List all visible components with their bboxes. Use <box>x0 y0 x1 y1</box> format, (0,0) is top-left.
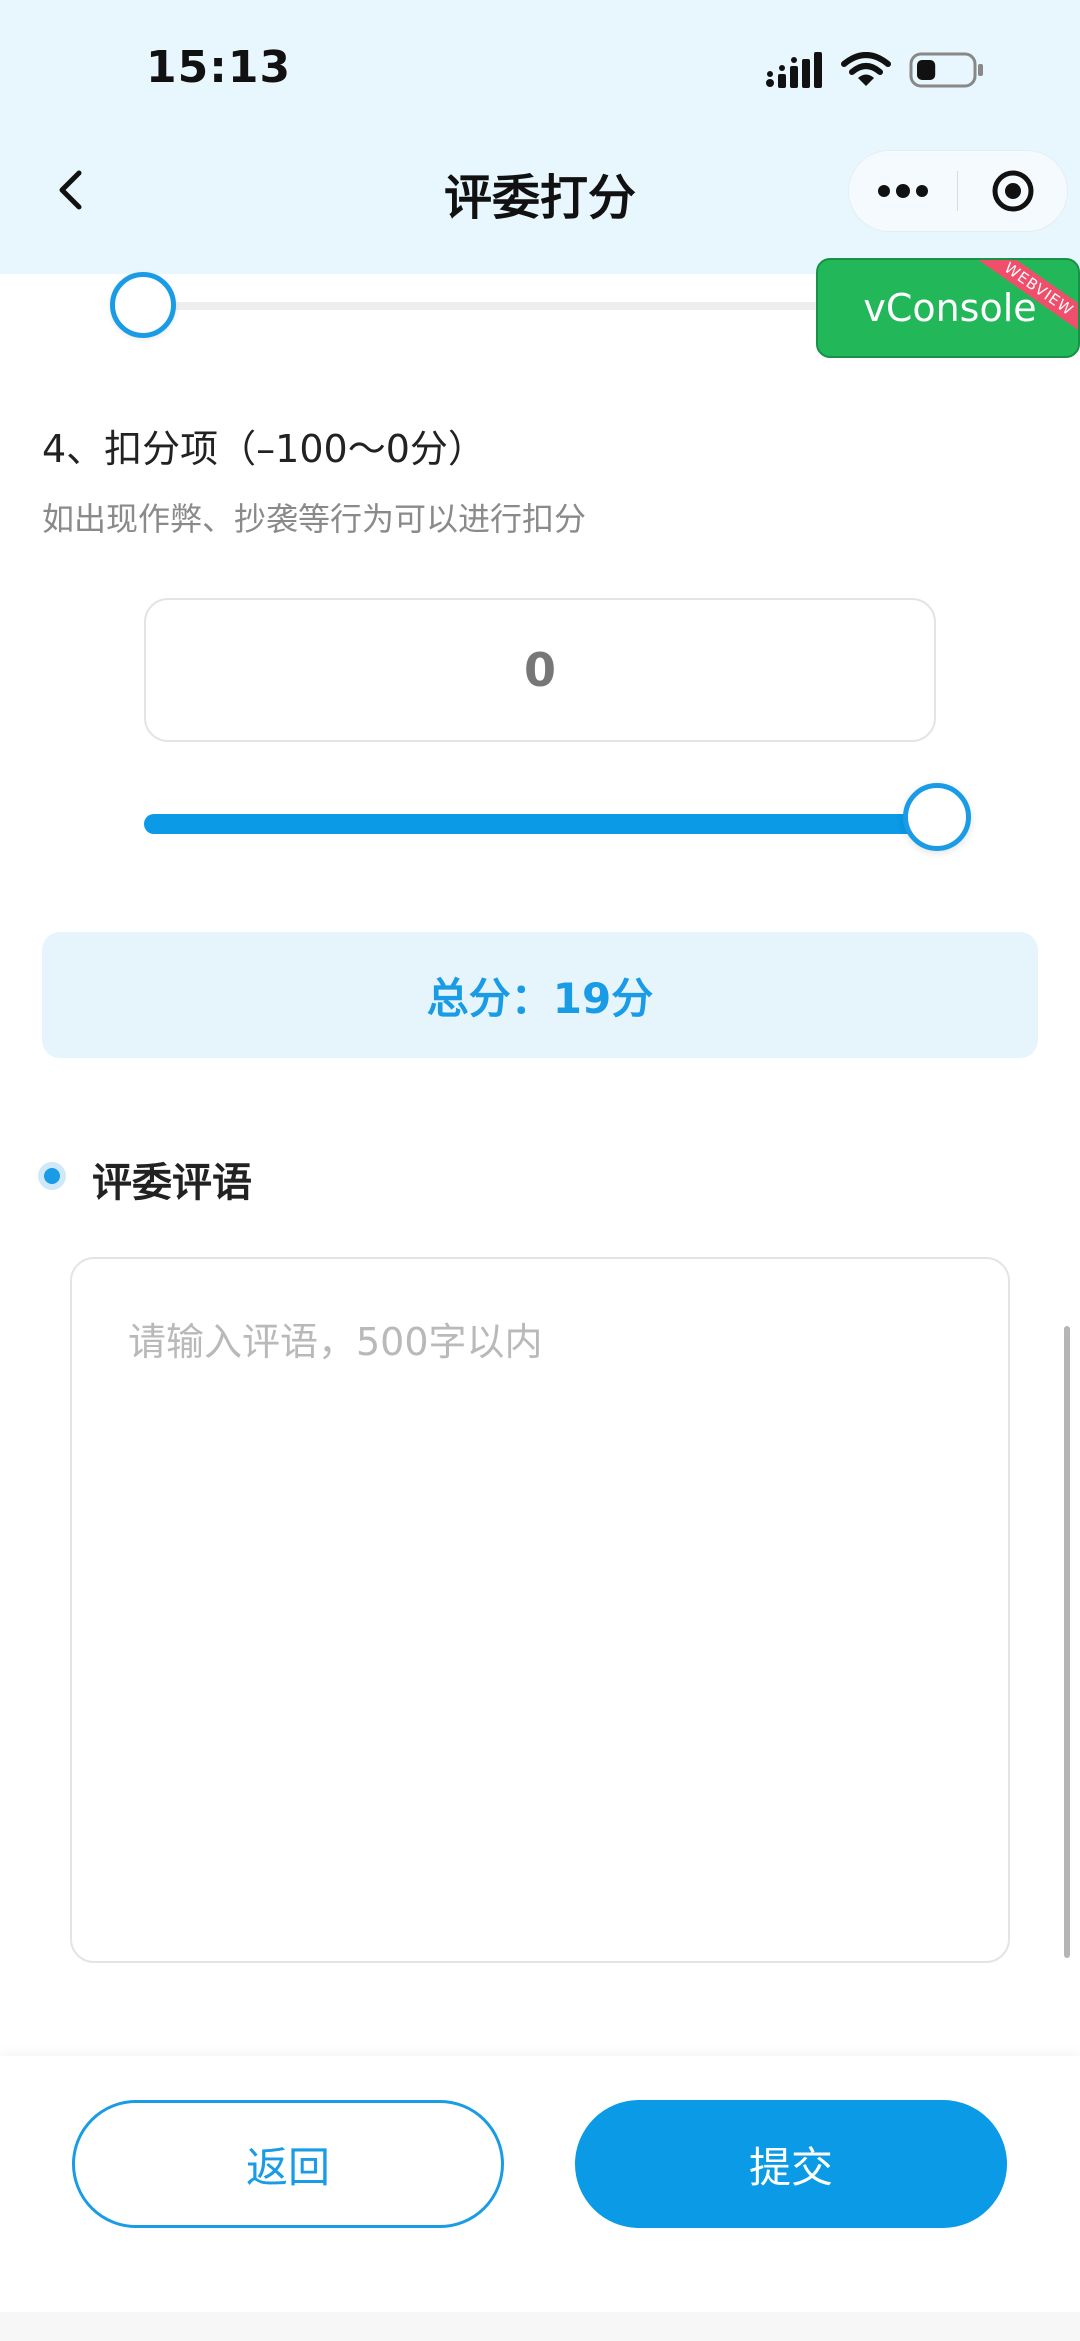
previous-slider-thumb[interactable] <box>110 272 176 338</box>
cellular-signal-icon <box>765 52 823 92</box>
mini-program-capsule <box>848 150 1068 232</box>
bullet-dot-icon <box>38 1162 66 1190</box>
comment-heading: 评委评语 <box>92 1160 252 1206</box>
page-scrollbar[interactable] <box>1064 1326 1070 1958</box>
wifi-icon <box>841 52 891 92</box>
return-button[interactable]: 返回 <box>72 2100 504 2228</box>
deduction-slider-thumb[interactable] <box>903 783 971 851</box>
vconsole-button[interactable]: vConsole WEBVIEW <box>816 258 1080 358</box>
comment-textarea[interactable] <box>70 1257 1010 1963</box>
home-indicator-area <box>0 2312 1080 2341</box>
battery-icon <box>909 52 985 92</box>
deduction-score-input[interactable]: 0 <box>144 598 936 742</box>
deduction-slider-track[interactable] <box>144 814 936 834</box>
vconsole-label: vConsole <box>863 286 1037 330</box>
deduction-slider-fill <box>144 814 936 834</box>
deduction-section-description: 如出现作弊、抄袭等行为可以进行扣分 <box>42 500 587 538</box>
deduction-section-title: 4、扣分项（–100～0分） <box>42 427 486 471</box>
status-icons <box>765 52 985 92</box>
total-score-banner: 总分：19分 <box>42 932 1038 1058</box>
capsule-divider <box>957 171 958 211</box>
submit-button[interactable]: 提交 <box>575 2100 1007 2228</box>
more-dots-icon[interactable] <box>849 151 957 231</box>
header-bar: 15:13 评委打分 <box>0 0 1080 274</box>
target-circle-icon[interactable] <box>959 151 1067 231</box>
status-time: 15:13 <box>146 42 292 93</box>
